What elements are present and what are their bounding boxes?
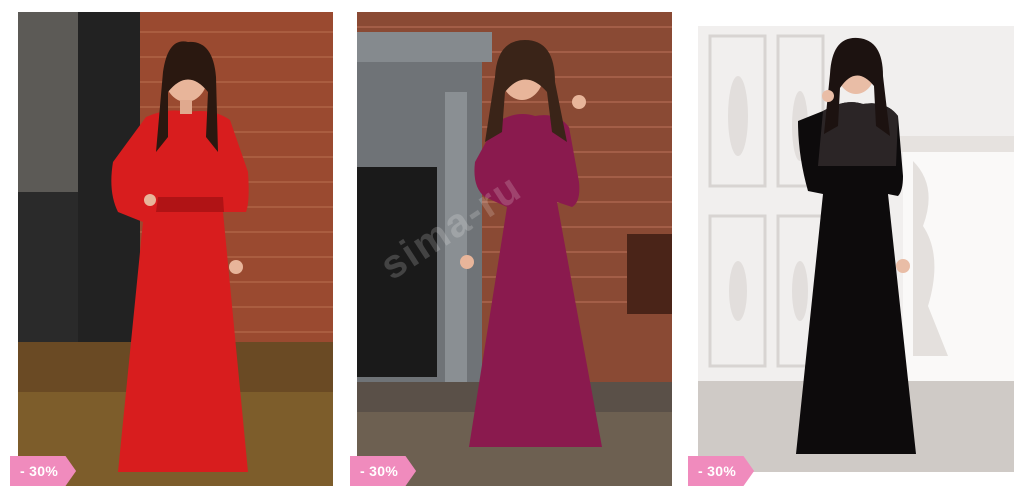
product-photo-black-dress[interactable] xyxy=(698,26,1014,472)
product-photo-red-dress[interactable] xyxy=(18,12,333,486)
product-card-black-dress[interactable]: - 30% xyxy=(688,0,1024,491)
discount-badge: - 30% xyxy=(350,456,417,486)
product-photo-burgundy-dress[interactable] xyxy=(357,12,672,486)
discount-badge: - 30% xyxy=(688,456,755,486)
product-card-red-dress[interactable]: - 30% xyxy=(0,0,340,491)
discount-badge: - 30% xyxy=(10,456,77,486)
product-card-burgundy-dress[interactable]: - 30% xyxy=(350,0,680,491)
